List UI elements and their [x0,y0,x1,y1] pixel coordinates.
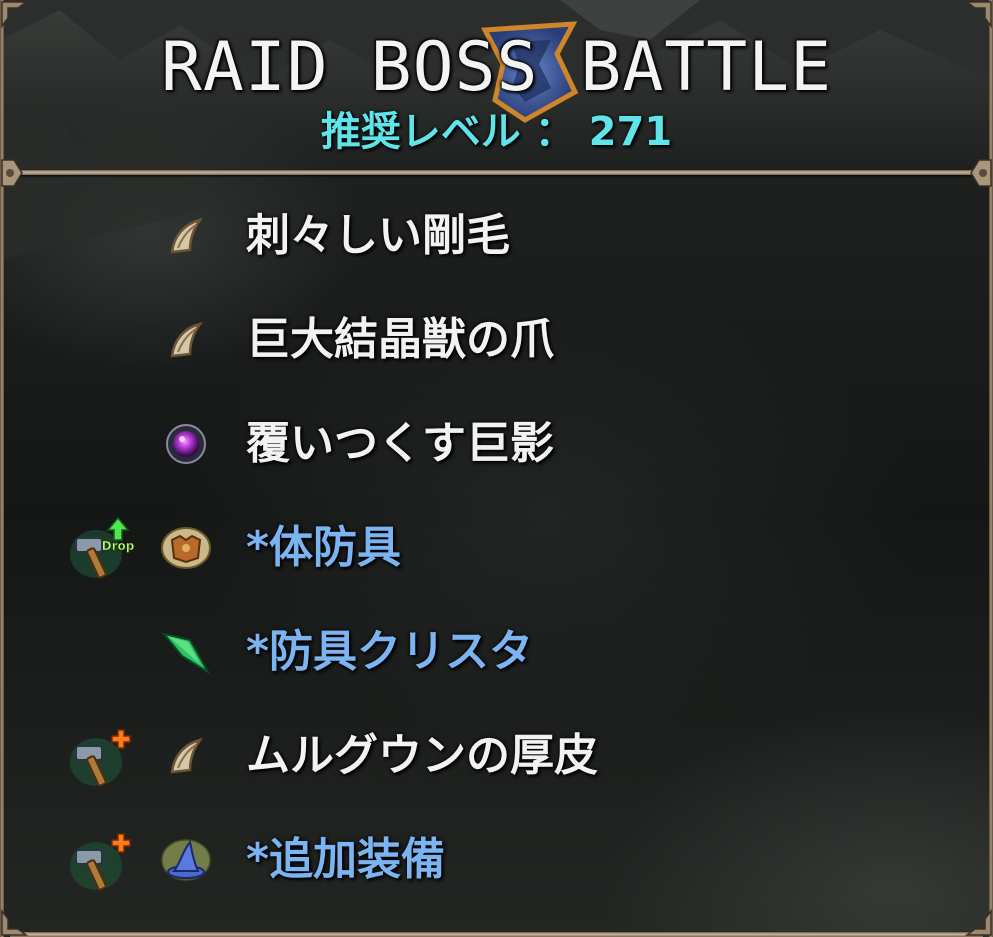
list-item: ムルグウンの厚皮 [0,716,993,796]
list-item: 覆いつくす巨影 [0,404,993,484]
list-item: 刺々しい剛毛 [0,196,993,276]
smith-hammer-plus-icon [70,729,131,787]
body-armor-icon [161,527,211,569]
recommended-level: 推奨レベル ： 271 [320,109,673,155]
claw-icon [170,217,204,254]
green-crystal-icon [161,632,211,675]
item-name: 巨大結晶獣の爪 [246,314,554,365]
list-item: *防具クリスタ [0,612,993,692]
raid-title: RAID BOSS BATTLE [160,28,833,107]
item-name: 覆いつくす巨影 [246,418,554,469]
frame-corner-ornament [964,908,992,936]
item-name: *防具クリスタ [246,626,534,677]
item-name: ムルグウンの厚皮 [246,730,598,781]
item-name: 刺々しい剛毛 [246,210,510,261]
purple-orb-icon [166,424,206,464]
smith-hammer-plus-icon [70,833,131,891]
frame-divider [10,170,983,175]
list-item: 巨大結晶獣の爪 [0,300,993,380]
list-item: Drop *体防具 [0,508,993,588]
item-name: *体防具 [246,522,402,573]
item-name: *追加装備 [246,834,446,885]
svg-text:Drop: Drop [102,539,135,553]
claw-icon [170,321,204,358]
frame-corner-ornament [1,908,29,936]
header: RAID BOSS BATTLE 推奨レベル ： 271 [0,0,993,170]
claw-icon [170,737,204,774]
list-item: *追加装備 [0,820,993,900]
wizard-hat-icon [161,839,211,881]
frame-bottom-border [10,932,983,937]
smith-hammer-drop-up-icon: Drop [70,516,135,579]
